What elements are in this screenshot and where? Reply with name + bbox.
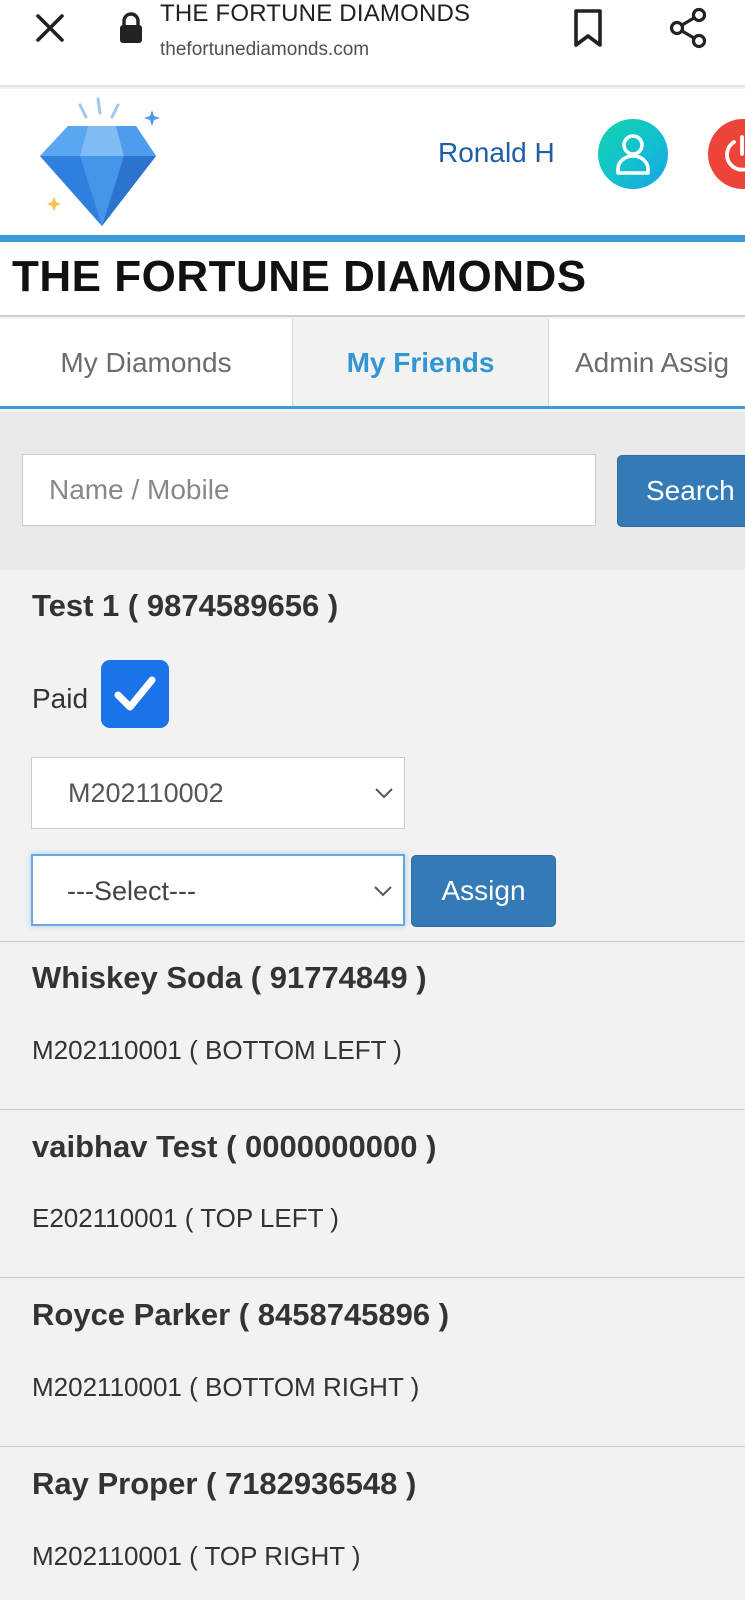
- friend-name: Test 1 ( 9874589656 ): [32, 588, 339, 623]
- paid-checkbox[interactable]: [101, 660, 169, 728]
- divider: [0, 941, 745, 942]
- tab-bar: My Diamonds My Friends Admin Assig: [0, 319, 745, 409]
- browser-toolbar: THE FORTUNE DIAMONDS thefortunediamonds.…: [0, 0, 745, 87]
- site-header: Ronald H: [0, 89, 745, 235]
- friend-name: Ray Proper ( 7182936548 ): [32, 1466, 417, 1501]
- header-divider: [0, 235, 745, 242]
- divider: [0, 1277, 745, 1278]
- share-icon[interactable]: [666, 6, 710, 50]
- site-title: THE FORTUNE DIAMONDS: [12, 252, 587, 301]
- divider: [0, 1109, 745, 1110]
- diamond-select[interactable]: M202110002: [31, 757, 405, 829]
- diamond-select-value: M202110002: [68, 778, 224, 808]
- lock-icon: [120, 12, 142, 43]
- browser-url[interactable]: thefortunediamonds.com: [160, 39, 369, 61]
- bookmark-icon[interactable]: [570, 8, 606, 48]
- chevron-down-icon: [375, 788, 393, 799]
- user-avatar[interactable]: [598, 119, 668, 189]
- friend-diamond-position: M202110001 ( BOTTOM LEFT ): [32, 1035, 402, 1065]
- search-button[interactable]: Search: [617, 455, 745, 527]
- friend-diamond-position: E202110001 ( TOP LEFT ): [32, 1203, 339, 1233]
- tab-my-diamonds[interactable]: My Diamonds: [0, 319, 293, 406]
- checkmark-icon: [114, 676, 156, 711]
- diamond-icon[interactable]: [30, 93, 170, 231]
- tab-admin-assign[interactable]: Admin Assig: [549, 319, 745, 406]
- browser-page-title: THE FORTUNE DIAMONDS: [160, 0, 471, 27]
- friend-name: vaibhav Test ( 0000000000 ): [32, 1129, 437, 1164]
- friend-name: Royce Parker ( 8458745896 ): [32, 1297, 450, 1332]
- friend-name: Whiskey Soda ( 91774849 ): [32, 960, 427, 995]
- paid-label: Paid: [32, 683, 89, 714]
- position-select-value: ---Select---: [67, 876, 196, 906]
- user-icon: [616, 134, 650, 175]
- friend-diamond-position: M202110001 ( BOTTOM RIGHT ): [32, 1372, 420, 1402]
- user-name[interactable]: Ronald H: [438, 137, 555, 169]
- search-input[interactable]: Name / Mobile: [22, 454, 596, 526]
- friend-diamond-position: M202110001 ( TOP RIGHT ): [32, 1541, 361, 1571]
- search-panel: Name / Mobile Search: [0, 412, 745, 570]
- page: THE FORTUNE DIAMONDS thefortunediamonds.…: [0, 0, 745, 1600]
- close-icon[interactable]: [32, 10, 68, 46]
- tab-my-friends[interactable]: My Friends: [293, 319, 549, 406]
- title-strip: THE FORTUNE DIAMONDS: [0, 242, 745, 317]
- logout-button[interactable]: [708, 119, 745, 189]
- power-icon: [725, 135, 745, 172]
- chevron-down-icon: [374, 886, 392, 897]
- divider: [0, 1446, 745, 1447]
- position-select[interactable]: ---Select---: [31, 854, 405, 926]
- assign-button[interactable]: Assign: [411, 855, 556, 927]
